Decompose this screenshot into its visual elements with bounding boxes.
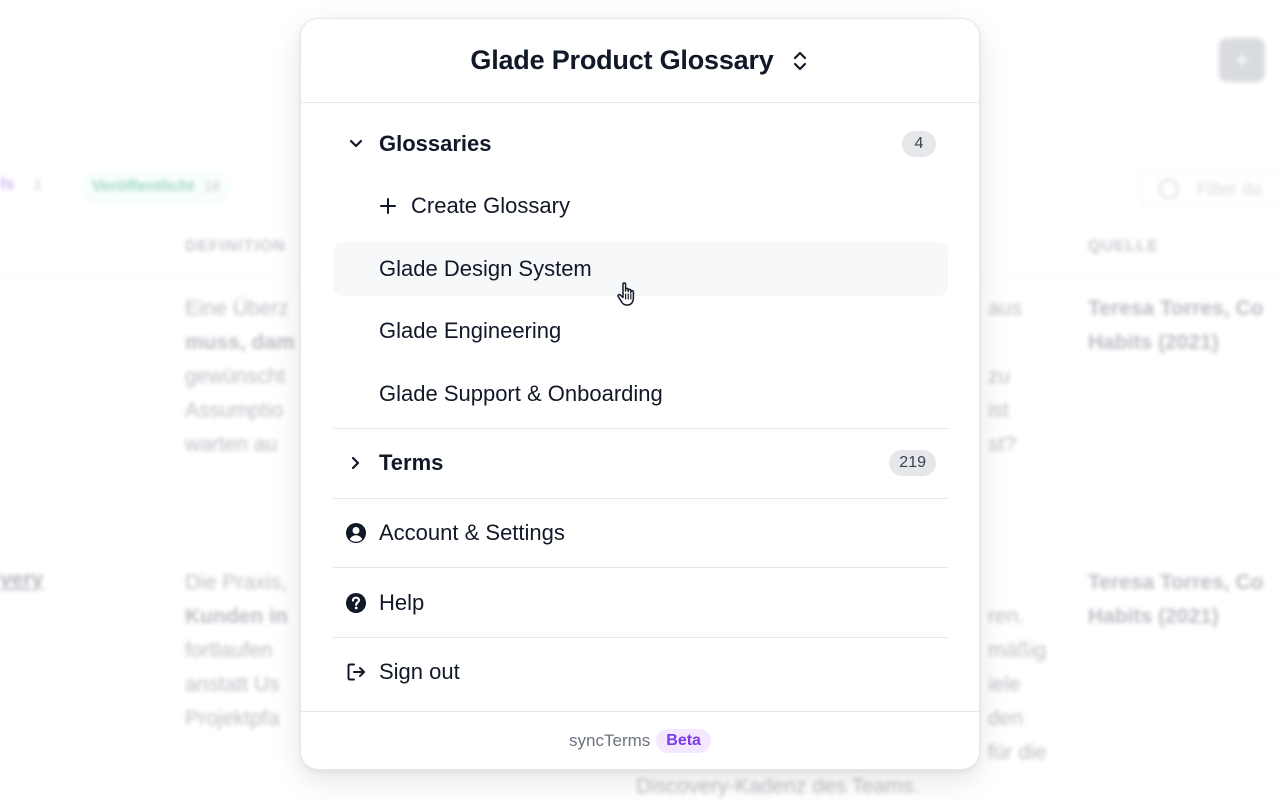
row2-def-line: fortlaufen [185,639,273,662]
column-header-source: QUELLE [1088,238,1159,255]
row1-source: Teresa Torres, Co Habits (2021) [1088,292,1263,360]
row1-definition: Eine Überz muss, dam gewünscht Assumptio… [185,292,295,462]
chevron-right-icon [333,456,379,470]
row1-source-line: Teresa Torres, Co [1088,297,1264,320]
help-link[interactable]: Help [333,576,948,630]
row2-def-line: anstatt Us [185,673,280,696]
glossary-item-label: Glade Engineering [379,318,562,343]
help-label: Help [379,590,425,615]
row1-def-line: muss, dam [185,331,295,354]
search-placeholder: Filter da [1197,179,1263,199]
row2-tail-line: mäßig [988,639,1047,662]
sign-out-button[interactable]: Sign out [333,645,948,699]
search-icon [1159,179,1179,199]
glossaries-section-toggle[interactable]: Glossaries 4 [333,117,948,171]
hand-pointer-icon [615,280,641,308]
plus-icon [379,193,397,219]
row1-source-line: Habits (2021) [1088,331,1219,354]
help-section: Help [333,576,948,630]
column-header-definition: DEFINITION [185,238,286,255]
divider [333,637,948,638]
chevron-down-icon [333,139,379,149]
row2-definition: Die Praxis, Kunden in fortlaufen anstatt… [185,566,288,736]
row1-tail-line: st? [988,433,1017,456]
glossary-item[interactable]: Glade Support & Onboarding [333,367,948,421]
row2-tail-line: für die [988,741,1047,764]
create-glossary-button[interactable]: Create Glossary [333,179,948,233]
menu-footer: syncTerms Beta [301,711,979,769]
updown-chevron-icon [790,47,810,75]
beta-badge: Beta [656,728,711,753]
glossary-item-label: Glade Support & Onboarding [379,381,663,406]
row1-tail-line: ist [988,399,1009,422]
row1-tail-line: aus [988,297,1022,320]
row2-source: Teresa Torres, Co Habits (2021) [1088,566,1263,634]
account-settings-label: Account & Settings [379,520,565,545]
terms-section-toggle[interactable]: Terms 219 [333,436,948,490]
brand-name: syncTerms [569,730,651,750]
filter-chip-published-count: 18 [204,178,220,194]
filter-search-input[interactable]: Filter da [1140,172,1280,206]
row1-def-line: Eine Überz [185,297,289,320]
terms-label: Terms [379,450,444,475]
current-glossary-title: Glade Product Glossary [470,45,774,75]
glossary-item-label: Glade Design System [379,256,592,281]
row2-term[interactable]: very [0,568,43,592]
row1-def-line: warten au [185,433,278,456]
account-settings-link[interactable]: Account & Settings [333,506,948,560]
glossaries-label: Glossaries [379,131,492,156]
filter-chip-draft-count: 1 [34,176,42,192]
row2-def-line: Projektpfa [185,707,280,730]
row2-tail-line: iele [988,673,1021,696]
account-section: Account & Settings [333,506,948,560]
glossary-switcher-menu: Glade Product Glossary Glossaries 4 Crea… [300,18,980,770]
row2-tail-line: den [988,707,1024,730]
row2-tail-line: ren. [988,605,1025,628]
filter-chip-published-label: Veröffentlicht [92,178,195,195]
divider [333,428,948,429]
terms-section: Terms 219 [333,436,948,490]
glossary-item[interactable]: Glade Engineering [333,304,948,358]
row1-tail-line: zu [988,365,1011,388]
glossary-switcher-header[interactable]: Glade Product Glossary [301,19,979,103]
sign-out-icon [333,661,379,683]
signout-section: Sign out [333,645,948,699]
question-circle-icon [333,592,379,614]
row2-source-line: Teresa Torres, Co [1088,571,1264,594]
create-glossary-label: Create Glossary [411,193,570,218]
divider [333,567,948,568]
filter-chip-published[interactable]: Veröffentlicht 18 [80,172,232,204]
row1-def-line: Assumptio [185,399,284,422]
row2-def-line: Die Praxis, [185,571,287,594]
user-circle-icon [333,522,379,544]
add-term-button[interactable]: + [1219,38,1265,82]
row2-definition-last: Discovery-Kadenz des Teams. [636,775,920,798]
row1-def-line: gewünscht [185,365,286,388]
row2-def-line: Kunden in [185,605,288,628]
terms-count-badge: 219 [889,450,936,476]
filter-chip-draft[interactable]: fs [0,176,14,194]
row2-definition-tail: ren. mäßig iele den für die [988,600,1046,770]
divider [333,498,948,499]
glossaries-count-badge: 4 [902,131,936,157]
row1-definition-tail: aus zu ist st? [988,292,1022,462]
sign-out-label: Sign out [379,659,460,684]
row2-source-line: Habits (2021) [1088,605,1219,628]
